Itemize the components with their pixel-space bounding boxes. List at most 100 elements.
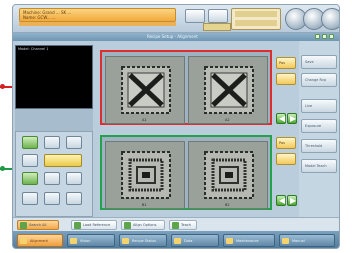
position-box-label: Pos — [279, 141, 285, 145]
position-box-top[interactable]: Pos — [276, 57, 296, 69]
help-button[interactable] — [321, 8, 339, 30]
indicator-2-icon — [322, 34, 327, 39]
tab-recipe-status[interactable]: Recipe Status — [119, 234, 167, 247]
recipe-tab-icon — [122, 238, 129, 244]
tab-label: Manual — [292, 239, 305, 243]
manual-tab-icon — [282, 238, 289, 244]
x-target-icon — [121, 66, 171, 114]
position-box-label: Pos — [279, 61, 285, 65]
tab-label: Maintenance — [236, 239, 259, 243]
image-cell-b1[interactable]: B1 — [105, 141, 185, 209]
save-button-label: Save — [305, 60, 314, 64]
change-recipe-label: Change Rcp — [305, 78, 327, 82]
tool-move-icon[interactable] — [22, 154, 38, 167]
mini-status-row-2 — [235, 20, 277, 26]
square-target-icon — [121, 151, 171, 199]
threshold-button[interactable]: Threshold — [301, 139, 337, 153]
model-teach-label: Model Teach — [305, 164, 327, 168]
tab-manual[interactable]: Manual — [279, 234, 335, 247]
next-bottom-button[interactable]: ▶ — [287, 195, 297, 206]
mode-indicator — [203, 23, 231, 31]
search-all-button[interactable]: Search All — [17, 220, 59, 230]
threshold-label: Threshold — [305, 144, 323, 148]
value-box-top[interactable] — [276, 73, 296, 85]
folder-icon — [74, 222, 81, 229]
action-toolbar: Search All Load Reference Align Options … — [13, 217, 339, 231]
save-button[interactable]: Save — [301, 55, 337, 69]
exposure-label: Exposure — [305, 124, 322, 128]
tool-copy-icon[interactable] — [44, 192, 60, 205]
status-line-2: Name: GCW... ... — [23, 15, 56, 20]
load-reference-label: Load Reference — [83, 223, 111, 227]
live-button-label: Live — [305, 104, 313, 108]
tab-label: Vision — [80, 239, 91, 243]
prev-bottom-button[interactable]: ◀ — [276, 195, 286, 206]
cell-number: B1 — [142, 203, 147, 207]
title-bar: Recipe Setup - Alignment — [13, 33, 339, 41]
cell-number: A2 — [225, 118, 230, 122]
teach-label: Teach — [181, 223, 191, 227]
status-strip — [19, 22, 176, 26]
mini-status-panel — [231, 8, 281, 30]
model-teach-button[interactable]: Model Teach — [301, 159, 337, 173]
page-title: Recipe Setup - Alignment — [147, 34, 198, 39]
alignment-panel-top: A1 A2 — [100, 50, 272, 125]
image-cell-a1[interactable]: A1 — [105, 56, 185, 124]
exposure-button[interactable]: Exposure — [301, 119, 337, 133]
teach-button[interactable]: Teach — [169, 220, 197, 230]
monitor-icon[interactable] — [185, 9, 205, 23]
app-window: Machine: Grand ... SK ... Name: GCW... .… — [12, 4, 340, 249]
bottom-tab-bar: Alignment Vision Recipe Status Data Main… — [13, 231, 339, 248]
tool-camera-icon[interactable] — [44, 136, 60, 149]
maintenance-tab-icon — [226, 238, 233, 244]
tab-maintenance[interactable]: Maintenance — [223, 234, 275, 247]
image-cell-b2[interactable]: B2 — [188, 141, 268, 209]
tool-edit-icon[interactable] — [22, 192, 38, 205]
prev-top-button[interactable]: ◀ — [276, 113, 286, 124]
indicator-1-icon — [315, 34, 320, 39]
align-options-label: Align Options — [133, 223, 157, 227]
teach-icon — [172, 222, 179, 229]
camera-preview[interactable]: Model: Channel 1 — [15, 45, 93, 109]
alignment-tab-icon — [20, 238, 27, 244]
align-options-button[interactable]: Align Options — [121, 220, 165, 230]
tool-grid-icon[interactable] — [66, 172, 82, 185]
tab-label: Data — [184, 239, 193, 243]
options-icon — [124, 222, 131, 229]
alignment-panel-bottom: B1 B2 — [100, 135, 272, 210]
tab-alignment[interactable]: Alignment — [17, 234, 63, 247]
cell-number: B2 — [225, 203, 230, 207]
next-top-button[interactable]: ▶ — [287, 113, 297, 124]
tool-align-icon[interactable] — [22, 172, 38, 185]
machine-icon[interactable] — [208, 9, 228, 23]
square-target-icon — [204, 151, 254, 199]
image-cell-a2[interactable]: A2 — [188, 56, 268, 124]
value-box-bottom[interactable] — [276, 153, 296, 165]
header-bar: Machine: Grand ... SK ... Name: GCW... .… — [13, 5, 339, 33]
tool-palette — [15, 131, 93, 217]
tool-zoom-icon[interactable] — [44, 172, 60, 185]
x-target-icon — [204, 66, 254, 114]
vision-tab-icon — [70, 238, 77, 244]
tool-light-icon[interactable] — [66, 136, 82, 149]
tool-select-icon[interactable] — [22, 136, 38, 149]
tab-label: Recipe Status — [132, 239, 156, 243]
change-recipe-button[interactable]: Change Rcp — [301, 73, 337, 87]
data-tab-icon — [174, 238, 181, 244]
status-banner: Machine: Grand ... SK ... Name: GCW... .… — [19, 8, 176, 22]
tab-vision[interactable]: Vision — [67, 234, 115, 247]
mini-status-row-1 — [235, 11, 277, 17]
position-box-bottom[interactable]: Pos — [276, 137, 296, 149]
live-button[interactable]: Live — [301, 99, 337, 113]
search-icon — [20, 222, 27, 229]
tool-delete-icon[interactable] — [66, 192, 82, 205]
tab-label: Alignment — [30, 239, 48, 243]
search-all-label: Search All — [29, 223, 47, 227]
preview-info-panel — [15, 109, 93, 131]
tool-value-field[interactable] — [44, 154, 82, 167]
cell-number: A1 — [142, 118, 147, 122]
camera-preview-label: Model: Channel 1 — [18, 47, 49, 51]
load-reference-button[interactable]: Load Reference — [71, 220, 117, 230]
tab-data[interactable]: Data — [171, 234, 219, 247]
right-sidebar: Save Change Rcp Live Exposure Threshold … — [299, 41, 339, 217]
